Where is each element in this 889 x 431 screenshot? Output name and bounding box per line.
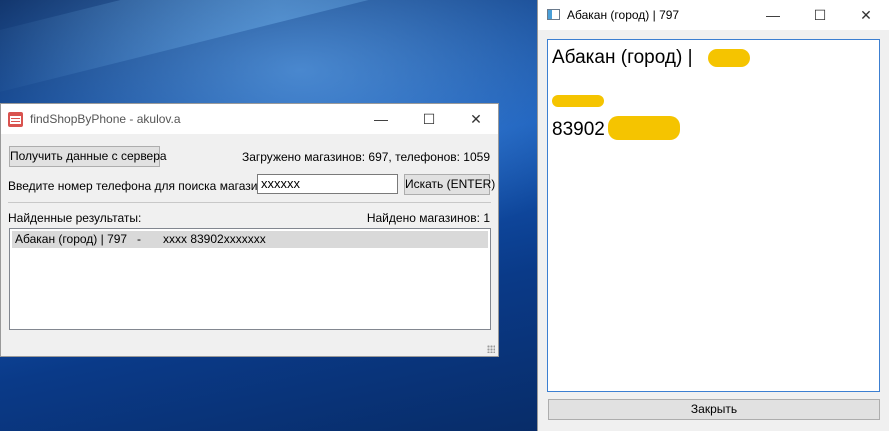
found-count: Найдено магазинов: 1 (366, 211, 490, 225)
main-titlebar[interactable]: findShopByPhone - akulov.a — ☐ ✕ (1, 104, 498, 134)
detail-titlebar[interactable]: Абакан (город) | 797 — ☐ ✕ (538, 0, 889, 30)
phone-number: 83902 (552, 119, 605, 140)
resize-grip-icon[interactable] (487, 345, 495, 353)
divider (8, 202, 491, 203)
close-icon[interactable]: ✕ (453, 104, 499, 134)
search-button[interactable]: Искать (ENTER) (404, 174, 495, 195)
phone-prompt-label: Введите номер телефона для поиска магази… (8, 179, 275, 193)
fetch-data-button[interactable]: Получить данные с сервера (9, 146, 167, 167)
close-button[interactable]: Закрыть (548, 399, 880, 420)
window-icon (547, 9, 560, 20)
result-separator: - (137, 232, 141, 246)
close-icon[interactable]: ✕ (843, 0, 889, 30)
main-window-title: findShopByPhone - akulov.a (30, 112, 181, 126)
detail-window: Абакан (город) | 797 — ☐ ✕ Абакан (город… (537, 0, 889, 431)
maximize-icon[interactable]: ☐ (406, 104, 452, 134)
app-calendar-icon (8, 112, 23, 127)
results-label: Найденные результаты: (8, 211, 142, 225)
detail-window-title: Абакан (город) | 797 (567, 8, 680, 22)
results-list[interactable]: Абакан (город) | 797 - xxxx 83902xxxxxxx (9, 228, 491, 330)
phone-search-input[interactable]: xxxxxx (257, 174, 398, 194)
loaded-status: Загружено магазинов: 697, телефонов: 105… (241, 150, 490, 164)
minimize-icon[interactable]: — (750, 0, 796, 30)
redaction-mark (552, 95, 604, 107)
list-item[interactable]: Абакан (город) | 797 - xxxx 83902xxxxxxx (12, 231, 488, 248)
main-window: findShopByPhone - akulov.a — ☐ ✕ Получит… (0, 103, 499, 357)
redaction-mark (608, 116, 680, 140)
result-shop: Абакан (город) | 797 (15, 232, 128, 246)
result-phones: xxxx 83902xxxxxxx (163, 232, 266, 246)
maximize-icon[interactable]: ☐ (797, 0, 843, 30)
minimize-icon[interactable]: — (358, 104, 404, 134)
detail-text-area[interactable]: Абакан (город) | 83902 (547, 39, 880, 392)
redaction-mark (708, 49, 750, 67)
shop-heading: Абакан (город) | (552, 47, 693, 68)
